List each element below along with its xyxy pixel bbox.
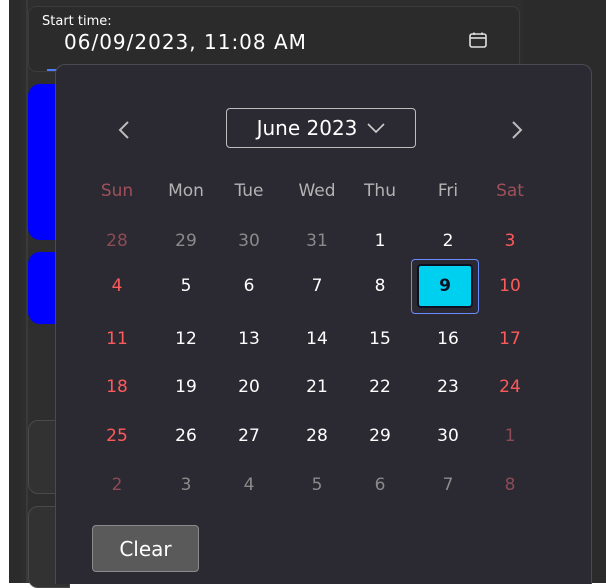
day-cell[interactable]: 22 xyxy=(351,367,409,407)
day-cell[interactable]: 8 xyxy=(481,465,539,505)
selected-day-cell[interactable]: 9 xyxy=(417,264,473,308)
weekday-wed: Wed xyxy=(298,181,336,201)
day-cell[interactable]: 1 xyxy=(351,221,409,261)
day-cell[interactable]: 28 xyxy=(288,416,346,456)
day-cell[interactable]: 28 xyxy=(88,221,146,261)
month-year-label: June 2023 xyxy=(256,116,358,140)
date-picker-popup: June 2023 Sun Mon Tue Wed Thu Fri Sat 28… xyxy=(55,64,592,584)
day-cell[interactable]: 30 xyxy=(419,416,477,456)
day-cell[interactable]: 21 xyxy=(288,367,346,407)
start-time-label: Start time: xyxy=(42,14,112,29)
previous-month-button[interactable] xyxy=(110,115,138,145)
chevron-left-icon xyxy=(118,121,129,139)
clear-button[interactable]: Clear xyxy=(92,525,199,572)
day-cell[interactable]: 30 xyxy=(220,221,278,261)
day-cell[interactable]: 8 xyxy=(351,266,409,306)
weekday-tue: Tue xyxy=(234,181,264,201)
day-cell[interactable]: 15 xyxy=(351,319,409,359)
chevron-right-icon xyxy=(512,121,523,139)
day-cell[interactable]: 20 xyxy=(220,367,278,407)
start-time-value[interactable]: 06/09/2023, 11:08 AM xyxy=(64,30,307,54)
chevron-down-icon xyxy=(367,123,385,134)
weekday-mon: Mon xyxy=(168,181,204,201)
weekday-sat: Sat xyxy=(496,181,524,201)
weekday-sun: Sun xyxy=(100,181,134,201)
day-cell[interactable]: 3 xyxy=(157,465,215,505)
calendar-icon[interactable] xyxy=(469,32,487,48)
day-cell[interactable]: 5 xyxy=(157,266,215,306)
day-cell[interactable]: 12 xyxy=(157,319,215,359)
day-cell[interactable]: 10 xyxy=(481,266,539,306)
day-cell[interactable]: 4 xyxy=(220,465,278,505)
day-cell[interactable]: 16 xyxy=(419,319,477,359)
month-year-dropdown[interactable]: June 2023 xyxy=(226,108,416,148)
day-cell[interactable]: 11 xyxy=(88,319,146,359)
day-cell[interactable]: 1 xyxy=(481,416,539,456)
day-cell[interactable]: 26 xyxy=(157,416,215,456)
day-cell[interactable]: 18 xyxy=(88,367,146,407)
day-cell[interactable]: 5 xyxy=(288,465,346,505)
day-cell[interactable]: 13 xyxy=(220,319,278,359)
day-cell[interactable]: 25 xyxy=(88,416,146,456)
start-time-field[interactable]: Start time: 06/09/2023, 11:08 AM xyxy=(28,6,520,72)
next-month-button[interactable] xyxy=(503,115,531,145)
day-cell[interactable]: 6 xyxy=(220,266,278,306)
day-cell[interactable]: 4 xyxy=(88,266,146,306)
day-cell[interactable]: 7 xyxy=(419,465,477,505)
day-cell[interactable]: 2 xyxy=(88,465,146,505)
day-cell[interactable]: 19 xyxy=(157,367,215,407)
weekday-thu: Thu xyxy=(364,181,396,201)
day-cell[interactable]: 29 xyxy=(157,221,215,261)
day-cell[interactable]: 14 xyxy=(288,319,346,359)
day-cell[interactable]: 27 xyxy=(220,416,278,456)
day-cell[interactable]: 31 xyxy=(288,221,346,261)
day-cell[interactable]: 6 xyxy=(351,465,409,505)
day-cell[interactable]: 17 xyxy=(481,319,539,359)
day-cell[interactable]: 29 xyxy=(351,416,409,456)
day-cell[interactable]: 23 xyxy=(419,367,477,407)
day-cell[interactable]: 7 xyxy=(288,266,346,306)
weekday-fri: Fri xyxy=(437,181,459,201)
day-cell[interactable]: 3 xyxy=(481,221,539,261)
day-cell[interactable]: 24 xyxy=(481,367,539,407)
day-cell[interactable]: 2 xyxy=(419,221,477,261)
